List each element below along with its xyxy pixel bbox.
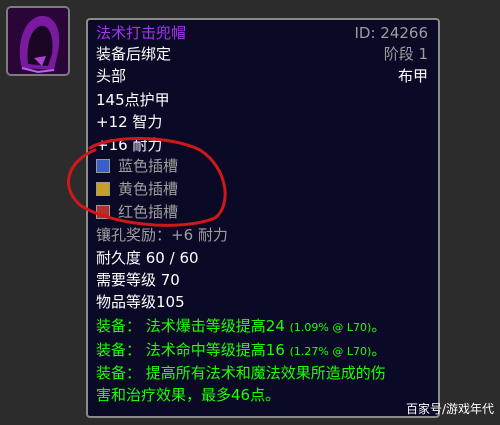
red-circle-annotation	[67, 137, 227, 227]
watermark: 百家号/游戏年代	[405, 402, 494, 416]
